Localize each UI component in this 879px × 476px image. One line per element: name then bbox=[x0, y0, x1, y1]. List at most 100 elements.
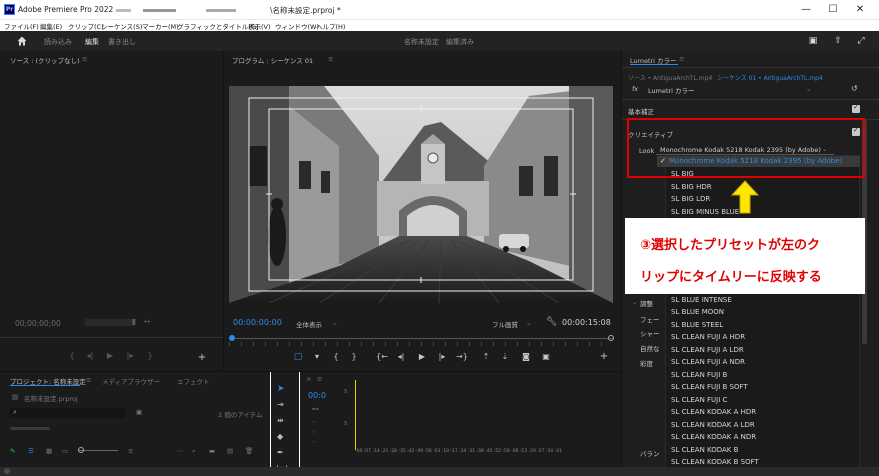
new-bin-icon[interactable]: ▣ bbox=[136, 408, 142, 416]
source-marker-icon[interactable]: ▮ bbox=[128, 317, 140, 326]
look-option[interactable]: SL CLEAN FUJI B bbox=[671, 371, 727, 379]
export-frame-camera-icon[interactable]: ◙ bbox=[520, 352, 532, 361]
menu-help[interactable]: ヘルプ(H) bbox=[316, 21, 345, 31]
source-timecode[interactable]: 00;00;00;00 bbox=[15, 319, 61, 328]
look-option[interactable]: SL CLEAN FUJI B SOFT bbox=[671, 383, 748, 391]
menu-file[interactable]: ファイル(F) bbox=[4, 21, 39, 31]
automate-icon[interactable]: ⋯ bbox=[176, 447, 183, 455]
zoom-slider[interactable] bbox=[78, 450, 118, 451]
list-view-icon[interactable]: ☰ bbox=[28, 447, 34, 455]
quick-export-icon[interactable]: ▣ bbox=[808, 36, 818, 46]
go-to-in-icon[interactable]: {← bbox=[376, 352, 388, 361]
ripple-edit-tool-icon[interactable]: ⇹ bbox=[277, 416, 284, 425]
zoom-chevron-down-icon[interactable]: ⌄ bbox=[332, 319, 337, 327]
go-to-out-icon[interactable]: →} bbox=[456, 352, 468, 361]
source-settings-icon[interactable]: ↔ bbox=[141, 317, 153, 326]
program-video-frame[interactable] bbox=[229, 86, 613, 303]
look-option[interactable]: SL CLEAN FUJI A HDR bbox=[671, 333, 745, 341]
project-scrollbar[interactable] bbox=[10, 427, 50, 430]
menu-view[interactable]: 表示(V) bbox=[248, 21, 271, 31]
look-option[interactable]: SL BIG LDR bbox=[671, 195, 710, 203]
source-panel-title[interactable]: ソース : (クリップなし) bbox=[10, 55, 80, 65]
timeline-ruler[interactable]: -00 :07 :14 :21 :28 :35 :42 :49 :56 :03 … bbox=[355, 449, 617, 457]
effect-chevron-down-icon[interactable]: ⌄ bbox=[806, 85, 811, 93]
workspace-import-tab[interactable]: 読み込み bbox=[44, 37, 72, 47]
lumetri-source-path[interactable]: ソース • AntiguaArchTL.mp4 bbox=[628, 73, 712, 82]
menu-edit[interactable]: 編集(E) bbox=[40, 21, 62, 31]
play-icon[interactable]: ▶ bbox=[416, 352, 428, 361]
wrench-settings-icon[interactable]: 🔧︎ bbox=[546, 317, 557, 327]
look-option[interactable]: SL BLUE MOON bbox=[671, 308, 724, 316]
zoom-slider-handle[interactable] bbox=[78, 447, 84, 453]
tab-media-browser[interactable]: メディアブラウザー bbox=[102, 376, 160, 386]
track-select-tool-icon[interactable]: ⇥ bbox=[277, 400, 284, 409]
project-menu-icon[interactable]: ≡ bbox=[86, 376, 91, 384]
source-step-forward-icon[interactable]: |▸ bbox=[124, 351, 136, 360]
step-forward-icon[interactable]: |▸ bbox=[436, 352, 448, 361]
quality-chevron-down-icon[interactable]: ⌄ bbox=[526, 319, 531, 327]
look-option[interactable]: SL BIG MINUS BLUE bbox=[671, 208, 739, 216]
button-editor-icon[interactable]: ▢ bbox=[292, 352, 304, 362]
program-add-button-icon[interactable]: + bbox=[598, 351, 610, 362]
pencil-icon[interactable]: ✎ bbox=[10, 447, 15, 455]
source-add-button-icon[interactable]: + bbox=[196, 352, 208, 363]
share-icon[interactable]: ⇧ bbox=[833, 36, 843, 46]
timeline-menu-icon[interactable]: ≡ bbox=[317, 375, 322, 383]
basic-correction-checkbox[interactable] bbox=[852, 103, 860, 113]
lumetri-menu-icon[interactable]: ≡ bbox=[679, 55, 684, 63]
look-option[interactable]: SL CLEAN FUJI A LDR bbox=[671, 346, 744, 354]
add-marker-timeline-icon[interactable]: ◦ bbox=[312, 429, 316, 436]
new-bin-bottom-icon[interactable]: ▬ bbox=[209, 447, 215, 455]
comparison-view-icon[interactable]: ▣ bbox=[540, 352, 552, 361]
new-item-icon[interactable]: ▤ bbox=[227, 447, 233, 455]
lift-icon[interactable]: ⇡ bbox=[480, 352, 492, 361]
look-option[interactable]: SL CLEAN KODAK A HDR bbox=[671, 408, 756, 416]
sort-icon[interactable]: ≡ bbox=[128, 447, 133, 455]
linked-selection-icon[interactable]: ◦ bbox=[312, 419, 316, 426]
look-option[interactable]: SL BLUE INTENSE bbox=[671, 296, 732, 304]
program-panel-title[interactable]: プログラム : シーケンス 01 bbox=[232, 55, 313, 65]
quality-select[interactable]: フル画質 bbox=[492, 319, 518, 329]
mark-in-icon[interactable]: { bbox=[330, 352, 342, 361]
source-step-back-icon[interactable]: ◂| bbox=[84, 351, 96, 360]
tab-effects[interactable]: エフェクト bbox=[177, 376, 210, 386]
lumetri-effect-select[interactable]: Lumetri カラー bbox=[648, 85, 695, 95]
minimize-button[interactable]: — bbox=[799, 3, 813, 17]
reset-effect-icon[interactable]: ↺ bbox=[851, 84, 858, 93]
maximize-button[interactable]: ☐ bbox=[826, 3, 840, 17]
look-option[interactable]: SL CLEAN KODAK B SOFT bbox=[671, 458, 759, 466]
icon-view-icon[interactable]: ▦ bbox=[46, 447, 52, 455]
menu-clip[interactable]: クリップ(C) bbox=[68, 21, 104, 31]
zoom-select[interactable]: 全体表示 bbox=[296, 319, 322, 329]
look-option[interactable]: SL BIG HDR bbox=[671, 183, 712, 191]
step-back-icon[interactable]: ◂| bbox=[395, 352, 407, 361]
panel-menu-icon[interactable]: ≡ bbox=[82, 55, 87, 63]
program-timecode[interactable]: 00:00:00:00 bbox=[233, 318, 282, 327]
freeform-view-icon[interactable]: ▭ bbox=[62, 447, 68, 455]
menu-sequence[interactable]: シーケンス(S) bbox=[101, 21, 142, 31]
look-option[interactable]: SL CLEAN KODAK B bbox=[671, 446, 738, 454]
adjustments-section-chevron-icon[interactable]: ⌄ bbox=[632, 298, 637, 306]
timeline-playhead[interactable] bbox=[355, 380, 356, 450]
timeline-settings-icon[interactable]: ◦ bbox=[312, 439, 316, 446]
basic-correction-section[interactable]: 基本補正 bbox=[628, 106, 654, 116]
look-option[interactable]: SL BLUE STEEL bbox=[671, 321, 723, 329]
menu-graphics[interactable]: グラフィックとタイトル(G) bbox=[177, 21, 258, 31]
project-search-input[interactable]: ⌕ bbox=[10, 408, 125, 418]
timeline-close-icon[interactable]: × bbox=[306, 375, 311, 383]
look-option[interactable]: SL CLEAN KODAK A LDR bbox=[671, 421, 755, 429]
extract-icon[interactable]: ⇣ bbox=[499, 352, 511, 361]
fullscreen-icon[interactable]: ⤢ bbox=[856, 36, 866, 46]
menu-window[interactable]: ウィンドウ(W) bbox=[275, 21, 319, 31]
look-option[interactable]: SL CLEAN FUJI A NDR bbox=[671, 358, 745, 366]
snap-icon[interactable]: ⊷ bbox=[312, 405, 319, 413]
look-option[interactable]: SL CLEAN FUJI C bbox=[671, 396, 727, 404]
look-option[interactable]: SL CLEAN KODAK A NDR bbox=[671, 433, 756, 441]
menu-marker[interactable]: マーカー(M) bbox=[142, 21, 179, 31]
workspace-edit-tab[interactable]: 編集 bbox=[85, 37, 99, 47]
razor-tool-icon[interactable]: ◆ bbox=[277, 432, 283, 441]
home-icon[interactable] bbox=[17, 36, 27, 46]
mark-out-icon[interactable]: } bbox=[348, 352, 360, 361]
workspace-export-tab[interactable]: 書き出し bbox=[108, 37, 136, 47]
pen-tool-icon[interactable]: ✒ bbox=[277, 448, 284, 457]
